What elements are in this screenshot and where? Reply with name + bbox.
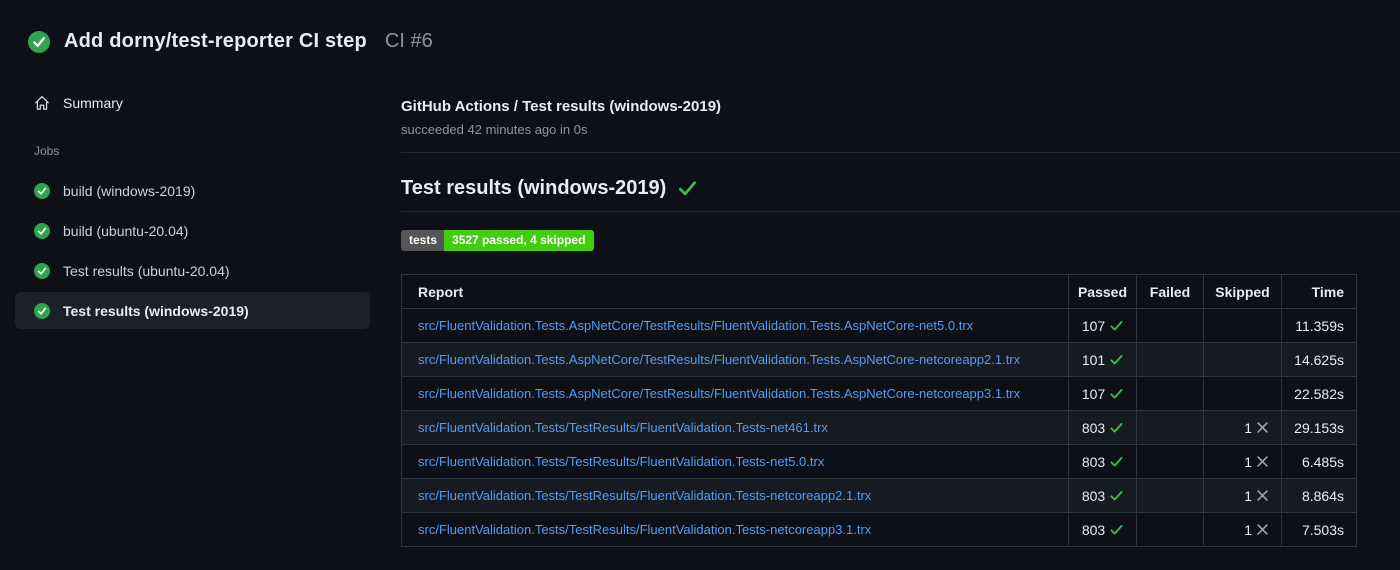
sidebar-job-build-ubuntu-20-04[interactable]: build (ubuntu-20.04) bbox=[15, 212, 370, 249]
report-cell: src/FluentValidation.Tests/TestResults/F… bbox=[401, 410, 1069, 445]
report-link[interactable]: src/FluentValidation.Tests/TestResults/F… bbox=[418, 522, 871, 537]
failed-cell bbox=[1136, 376, 1204, 411]
column-header-report: Report bbox=[401, 274, 1069, 309]
report-cell: src/FluentValidation.Tests/TestResults/F… bbox=[401, 478, 1069, 513]
table-row: src/FluentValidation.Tests/TestResults/F… bbox=[401, 512, 1357, 547]
skipped-cell bbox=[1203, 308, 1282, 343]
badge-value: 3527 passed, 4 skipped bbox=[444, 230, 595, 251]
job-success-icon bbox=[34, 302, 50, 319]
job-success-icon bbox=[34, 262, 50, 279]
passed-cell: 107 bbox=[1068, 308, 1137, 343]
skipped-cell: 1 bbox=[1203, 512, 1282, 547]
table-row: src/FluentValidation.Tests.AspNetCore/Te… bbox=[401, 376, 1357, 411]
column-header-skipped: Skipped bbox=[1203, 274, 1282, 309]
sidebar-job-test-results-windows-2019[interactable]: Test results (windows-2019) bbox=[15, 292, 370, 329]
passed-check-icon bbox=[1110, 422, 1123, 434]
skipped-cell: 1 bbox=[1203, 444, 1282, 479]
skipped-cell bbox=[1203, 376, 1282, 411]
passed-check-icon bbox=[1110, 524, 1123, 536]
column-header-time: Time bbox=[1281, 274, 1357, 309]
job-label: Test results (ubuntu-20.04) bbox=[63, 262, 230, 279]
skipped-x-icon bbox=[1257, 456, 1268, 467]
report-link[interactable]: src/FluentValidation.Tests/TestResults/F… bbox=[418, 420, 828, 435]
sidebar-item-summary[interactable]: Summary bbox=[0, 88, 385, 118]
report-link[interactable]: src/FluentValidation.Tests.AspNetCore/Te… bbox=[418, 318, 973, 333]
sidebar-job-build-windows-2019[interactable]: build (windows-2019) bbox=[15, 172, 370, 209]
tests-badge: tests 3527 passed, 4 skipped bbox=[401, 230, 595, 251]
job-label: build (ubuntu-20.04) bbox=[63, 222, 189, 239]
report-cell: src/FluentValidation.Tests.AspNetCore/Te… bbox=[401, 308, 1069, 343]
passed-check-icon bbox=[1110, 388, 1123, 400]
table-header-row: Report Passed Failed Skipped Time bbox=[401, 274, 1357, 309]
divider bbox=[401, 152, 1400, 153]
column-header-failed: Failed bbox=[1136, 274, 1204, 309]
table-row: src/FluentValidation.Tests/TestResults/F… bbox=[401, 478, 1357, 513]
passed-check-icon bbox=[1110, 456, 1123, 468]
passed-check-icon bbox=[1110, 320, 1123, 332]
check-run-status: succeeded 42 minutes ago in 0s bbox=[401, 122, 588, 137]
check-run-title: GitHub Actions / Test results (windows-2… bbox=[401, 98, 722, 115]
test-results-table: Report Passed Failed Skipped Time src/Fl… bbox=[401, 274, 1357, 547]
passed-check-icon bbox=[1110, 354, 1123, 366]
failed-cell bbox=[1136, 342, 1204, 377]
jobs-list: build (windows-2019) build (ubuntu-20.04)… bbox=[0, 172, 385, 329]
table-row: src/FluentValidation.Tests.AspNetCore/Te… bbox=[401, 342, 1357, 377]
report-link[interactable]: src/FluentValidation.Tests.AspNetCore/Te… bbox=[418, 352, 1020, 367]
main-content: GitHub Actions / Test results (windows-2… bbox=[401, 98, 1400, 547]
report-link[interactable]: src/FluentValidation.Tests/TestResults/F… bbox=[418, 488, 871, 503]
skipped-cell bbox=[1203, 342, 1282, 377]
table-row: src/FluentValidation.Tests.AspNetCore/Te… bbox=[401, 308, 1357, 343]
summary-label: Summary bbox=[63, 95, 123, 111]
sidebar-job-test-results-ubuntu-20-04[interactable]: Test results (ubuntu-20.04) bbox=[15, 252, 370, 289]
report-link[interactable]: src/FluentValidation.Tests/TestResults/F… bbox=[418, 454, 824, 469]
failed-cell bbox=[1136, 512, 1204, 547]
failed-cell bbox=[1136, 444, 1204, 479]
time-cell: 11.359s bbox=[1281, 308, 1357, 343]
success-circle-icon bbox=[28, 30, 50, 53]
report-cell: src/FluentValidation.Tests/TestResults/F… bbox=[401, 512, 1069, 547]
skipped-cell: 1 bbox=[1203, 478, 1282, 513]
badge-label: tests bbox=[401, 230, 445, 251]
time-cell: 7.503s bbox=[1281, 512, 1357, 547]
time-cell: 6.485s bbox=[1281, 444, 1357, 479]
job-success-icon bbox=[34, 182, 50, 199]
passed-cell: 803 bbox=[1068, 478, 1137, 513]
failed-cell bbox=[1136, 308, 1204, 343]
divider bbox=[401, 211, 1400, 212]
report-cell: src/FluentValidation.Tests/TestResults/F… bbox=[401, 444, 1069, 479]
failed-cell bbox=[1136, 410, 1204, 445]
time-cell: 29.153s bbox=[1281, 410, 1357, 445]
time-cell: 22.582s bbox=[1281, 376, 1357, 411]
skipped-x-icon bbox=[1257, 490, 1268, 501]
jobs-section-label: Jobs bbox=[34, 144, 60, 158]
job-label: Test results (windows-2019) bbox=[63, 302, 249, 319]
skipped-cell: 1 bbox=[1203, 410, 1282, 445]
table-row: src/FluentValidation.Tests/TestResults/F… bbox=[401, 410, 1357, 445]
heading-check-icon bbox=[678, 180, 697, 197]
table-row: src/FluentValidation.Tests/TestResults/F… bbox=[401, 444, 1357, 479]
sidebar: Summary Jobs build (windows-2019) build (… bbox=[0, 88, 385, 332]
job-success-icon bbox=[34, 222, 50, 239]
passed-cell: 101 bbox=[1068, 342, 1137, 377]
run-header: Add dorny/test-reporter CI step CI #6 bbox=[28, 30, 433, 53]
report-cell: src/FluentValidation.Tests.AspNetCore/Te… bbox=[401, 376, 1069, 411]
passed-cell: 803 bbox=[1068, 512, 1137, 547]
passed-check-icon bbox=[1110, 490, 1123, 502]
passed-cell: 803 bbox=[1068, 444, 1137, 479]
skipped-x-icon bbox=[1257, 422, 1268, 433]
passed-cell: 107 bbox=[1068, 376, 1137, 411]
time-cell: 14.625s bbox=[1281, 342, 1357, 377]
passed-cell: 803 bbox=[1068, 410, 1137, 445]
home-icon bbox=[34, 95, 50, 111]
run-number: CI #6 bbox=[384, 30, 433, 52]
results-heading: Test results (windows-2019) bbox=[401, 177, 667, 199]
job-label: build (windows-2019) bbox=[63, 182, 196, 199]
failed-cell bbox=[1136, 478, 1204, 513]
workflow-run-title: Add dorny/test-reporter CI step bbox=[64, 30, 367, 52]
column-header-passed: Passed bbox=[1068, 274, 1137, 309]
report-cell: src/FluentValidation.Tests.AspNetCore/Te… bbox=[401, 342, 1069, 377]
time-cell: 8.864s bbox=[1281, 478, 1357, 513]
skipped-x-icon bbox=[1257, 524, 1268, 535]
report-link[interactable]: src/FluentValidation.Tests.AspNetCore/Te… bbox=[418, 386, 1020, 401]
